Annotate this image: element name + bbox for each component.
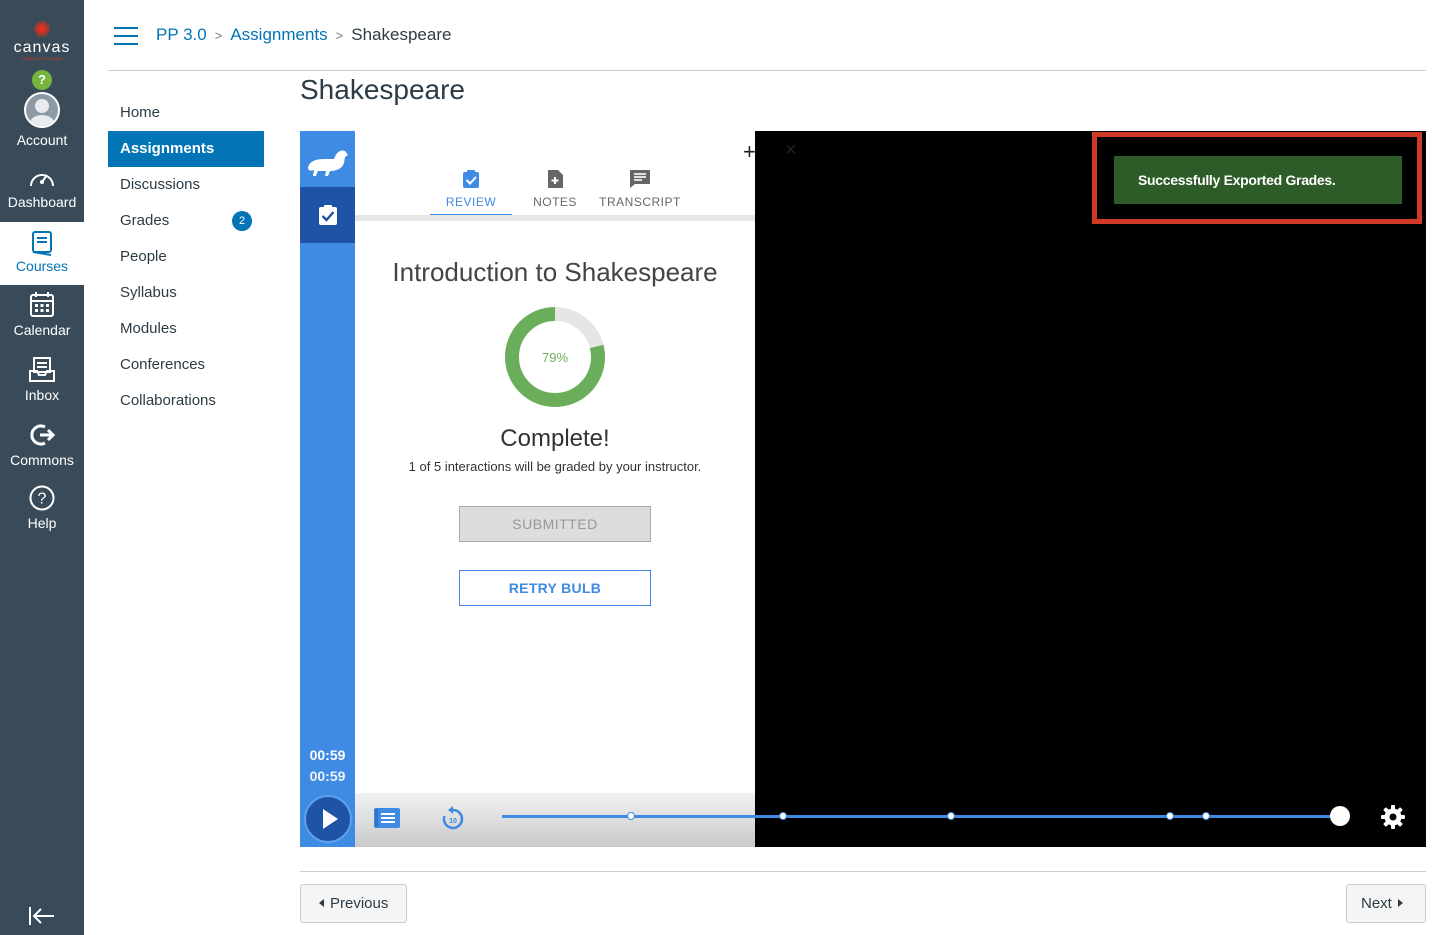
calendar-icon: [30, 292, 54, 317]
breadcrumb-separator: >: [214, 28, 223, 43]
svg-text:?: ?: [38, 491, 47, 508]
nav-help[interactable]: ? Help: [0, 485, 84, 549]
play-button-circle: [304, 795, 352, 843]
nav-commons[interactable]: Commons: [0, 422, 84, 486]
video-player: 00:59 00:59 + × REVIEW NOTES TRANSCRIPT …: [300, 131, 1426, 847]
next-label: Next: [1361, 895, 1392, 912]
progress-track[interactable]: [502, 806, 1350, 826]
notes-icon: [548, 170, 563, 188]
breadcrumb-course[interactable]: PP 3.0: [156, 25, 207, 44]
dachshund-logo-icon: [300, 131, 355, 187]
course-nav-grades[interactable]: Grades 2: [108, 203, 264, 239]
nav-help-label: Help: [27, 515, 57, 531]
interaction-marker[interactable]: [1202, 812, 1210, 820]
time-total: 00:59: [309, 768, 346, 784]
breadcrumb: PP 3.0 > Assignments > Shakespeare: [156, 24, 451, 47]
nav-dashboard-label: Dashboard: [7, 194, 77, 210]
nav-courses-label: Courses: [15, 258, 69, 274]
play-icon: [323, 809, 338, 829]
previous-label: Previous: [330, 895, 389, 912]
course-nav-conferences[interactable]: Conferences: [108, 347, 264, 383]
submitted-button: SUBMITTED: [459, 506, 651, 542]
breadcrumb-assignments[interactable]: Assignments: [230, 25, 327, 44]
course-nav-assignments[interactable]: Assignments: [108, 131, 264, 167]
courses-icon: [32, 231, 52, 256]
page-title: Shakespeare: [300, 74, 466, 105]
export-success-toast: Successfully Exported Grades.: [1114, 156, 1402, 204]
chapters-book-icon[interactable]: [373, 806, 401, 830]
nav-calendar[interactable]: Calendar: [0, 292, 84, 356]
review-clipboard-icon: [463, 170, 479, 188]
course-nav-discussions[interactable]: Discussions: [108, 167, 264, 203]
nav-inbox-label: Inbox: [24, 387, 60, 403]
course-nav-collaborations[interactable]: Collaborations: [108, 383, 264, 419]
logo-text: canvas: [13, 39, 71, 56]
collapse-nav-icon[interactable]: [28, 905, 56, 927]
course-nav-people[interactable]: People: [108, 239, 264, 275]
nav-account-label: Account: [16, 132, 68, 148]
player-side-rail: 00:59 00:59: [300, 131, 355, 847]
settings-gear-icon[interactable]: [1380, 804, 1406, 830]
logo-subtext: FREE FOR TEACHER: [21, 56, 63, 61]
nav-account[interactable]: Account: [0, 92, 84, 156]
course-menu-toggle[interactable]: [114, 27, 138, 45]
next-button[interactable]: Next: [1346, 884, 1426, 923]
interaction-marker[interactable]: [627, 812, 635, 820]
lesson-title: Introduction to Shakespeare: [392, 257, 718, 287]
course-nav: Home Assignments Discussions Grades 2 Peo…: [108, 95, 264, 419]
course-nav-grades-label: Grades: [120, 212, 170, 229]
review-rail-button[interactable]: [300, 187, 355, 243]
transcript-icon: [630, 170, 650, 188]
grades-count-badge: 2: [232, 211, 252, 231]
panel-tabs: REVIEW NOTES TRANSCRIPT: [355, 161, 755, 219]
tab-transcript[interactable]: TRANSCRIPT: [595, 169, 685, 209]
breadcrumb-current: Shakespeare: [351, 25, 452, 44]
interaction-marker[interactable]: [947, 812, 955, 820]
play-button[interactable]: [300, 790, 355, 847]
previous-arrow-icon: [319, 899, 324, 907]
inbox-icon: [29, 357, 55, 382]
tabs-divider: [355, 215, 755, 221]
previous-button[interactable]: Previous: [300, 884, 407, 923]
clipboard-check-icon: [319, 205, 337, 225]
help-badge: ?: [32, 70, 52, 90]
nav-commons-label: Commons: [10, 452, 74, 468]
account-avatar-icon: [24, 92, 60, 128]
tab-transcript-label: TRANSCRIPT: [599, 195, 681, 209]
dashboard-icon: [30, 174, 54, 187]
tab-review[interactable]: REVIEW: [430, 169, 512, 217]
course-nav-syllabus[interactable]: Syllabus: [108, 275, 264, 311]
completion-status: Complete!: [500, 425, 610, 452]
interaction-marker[interactable]: [1166, 812, 1174, 820]
nav-dashboard[interactable]: Dashboard: [0, 166, 84, 230]
nav-inbox[interactable]: Inbox: [0, 357, 84, 421]
course-nav-home[interactable]: Home: [108, 95, 264, 131]
tab-notes-label: NOTES: [533, 195, 577, 209]
rewind-10-icon[interactable]: 10: [441, 805, 465, 831]
tab-review-label: REVIEW: [445, 195, 497, 209]
tab-notes[interactable]: NOTES: [525, 169, 585, 209]
next-arrow-icon: [1397, 899, 1403, 907]
donut-percent-label: 79%: [542, 350, 568, 365]
time-elapsed: 00:59: [309, 747, 346, 763]
retry-bulb-button[interactable]: RETRY BULB: [459, 570, 651, 606]
course-nav-modules[interactable]: Modules: [108, 311, 264, 347]
nav-calendar-label: Calendar: [13, 322, 71, 338]
scrubber-knob[interactable]: [1330, 806, 1350, 826]
canvas-logo-icon: ✺: [32, 17, 52, 42]
breadcrumb-separator: >: [335, 28, 344, 43]
global-nav: ✺ canvas FREE FOR TEACHER ? Account Dash…: [0, 0, 84, 935]
player-controls: 10: [355, 793, 755, 847]
nav-courses[interactable]: Courses: [0, 222, 84, 285]
close-panel-icon[interactable]: ×: [785, 139, 797, 162]
interaction-marker[interactable]: [779, 812, 787, 820]
commons-icon: [30, 424, 56, 446]
interactions-note: 1 of 5 interactions will be graded by yo…: [408, 459, 702, 474]
help-icon: ?: [29, 485, 55, 511]
footer-divider: [300, 871, 1426, 872]
completion-donut: 79%: [504, 306, 606, 408]
svg-text:10: 10: [449, 818, 457, 825]
canvas-logo[interactable]: ✺ canvas FREE FOR TEACHER: [0, 17, 84, 62]
header-divider: [108, 70, 1426, 71]
